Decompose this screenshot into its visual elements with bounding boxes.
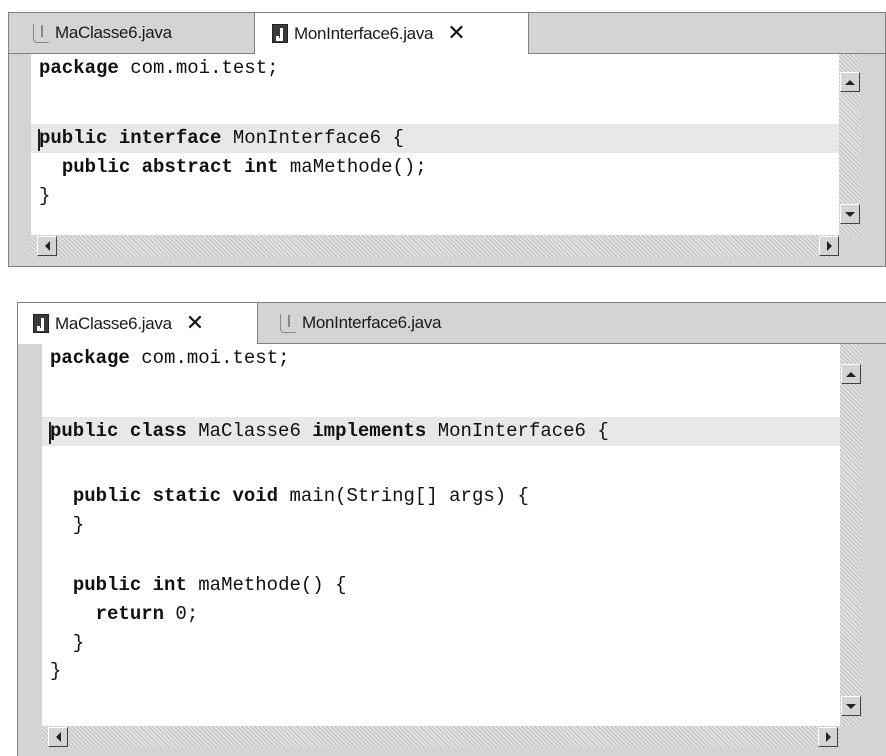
vertical-scrollbar[interactable] — [839, 54, 861, 235]
tab-label: MonInterface6.java — [294, 23, 434, 43]
text-caret — [49, 422, 51, 444]
arrow-up-icon — [846, 371, 856, 377]
code-line-current: public interface MonInterface6 { — [31, 124, 839, 153]
arrow-right-icon — [825, 732, 831, 742]
keyword-token: public — [50, 420, 119, 442]
keyword-token: public — [72, 485, 142, 507]
text-caret — [38, 129, 40, 151]
tab-maclasse6[interactable]: MaClasse6.java — [9, 13, 254, 53]
code-line: } — [50, 514, 85, 536]
code-line: package com.moi.test; — [39, 57, 279, 79]
code-area[interactable]: package com.moi.test; public class MaCla… — [42, 344, 840, 726]
keyword-token: return — [95, 603, 165, 625]
horizontal-scrollbar[interactable] — [42, 726, 840, 748]
code-line: public int maMethode() { — [72, 574, 347, 596]
code-line: } — [50, 660, 62, 682]
editor-tab-bar: MaClasse6.java MonInterface6.java ✕ — [9, 13, 885, 54]
keyword-token: public — [39, 127, 108, 149]
editor-maclasse6: MaClasse6.java ✕ MonInterface6.java pack… — [17, 302, 886, 756]
vertical-scrollbar[interactable] — [840, 344, 862, 726]
code-line: } — [39, 185, 51, 207]
scroll-left-button[interactable] — [48, 727, 68, 747]
java-file-icon — [280, 313, 296, 333]
keyword-token: abstract — [141, 156, 233, 178]
scroll-down-button[interactable] — [840, 204, 860, 224]
code-line: package com.moi.test; — [50, 347, 290, 369]
tab-maclasse6[interactable]: MaClasse6.java ✕ — [18, 303, 258, 344]
scroll-down-button[interactable] — [841, 696, 861, 716]
arrow-down-icon — [846, 703, 856, 709]
keyword-token: package — [39, 57, 119, 79]
scroll-up-button[interactable] — [841, 364, 861, 384]
keyword-token: implements — [312, 420, 427, 442]
scroll-right-button[interactable] — [819, 236, 839, 256]
code-line: return 0; — [95, 603, 199, 625]
tab-label: MaClasse6.java — [55, 313, 172, 333]
arrow-down-icon — [845, 211, 855, 217]
code-area[interactable]: package com.moi.test; public interface M… — [31, 54, 839, 235]
editor-gutter — [18, 344, 42, 726]
tab-label: MaClasse6.java — [55, 23, 172, 42]
editor-gutter — [9, 54, 31, 235]
code-line: public static void main(String[] args) { — [72, 485, 529, 507]
horizontal-scrollbar[interactable] — [31, 235, 839, 257]
keyword-token: public — [72, 574, 142, 596]
java-file-icon — [33, 314, 49, 333]
keyword-token: package — [50, 347, 130, 369]
editor-tab-bar: MaClasse6.java ✕ MonInterface6.java — [18, 303, 886, 344]
arrow-left-icon — [55, 732, 61, 742]
close-tab-icon[interactable]: ✕ — [447, 22, 465, 45]
arrow-up-icon — [845, 79, 855, 85]
keyword-token: public — [61, 156, 131, 178]
code-line: public abstract int maMethode(); — [61, 156, 427, 178]
scrollbar-corner — [839, 235, 861, 257]
scroll-right-button[interactable] — [818, 727, 838, 747]
java-file-icon — [33, 23, 49, 43]
editor-moninterface6: MaClasse6.java MonInterface6.java ✕ pack… — [8, 12, 886, 267]
keyword-token: static — [152, 485, 222, 507]
keyword-token: int — [152, 574, 187, 596]
keyword-token: void — [232, 485, 279, 507]
tab-moninterface6[interactable]: MonInterface6.java ✕ — [254, 13, 529, 54]
code-line: } — [50, 632, 85, 654]
scrollbar-corner — [840, 726, 862, 748]
tab-label: MonInterface6.java — [302, 313, 442, 332]
keyword-token: class — [129, 420, 187, 442]
arrow-left-icon — [44, 241, 50, 251]
close-tab-icon[interactable]: ✕ — [186, 312, 204, 335]
scroll-left-button[interactable] — [37, 236, 57, 256]
code-line-current: public class MaClasse6 implements MonInt… — [42, 417, 840, 446]
tab-moninterface6[interactable]: MonInterface6.java — [258, 303, 518, 343]
arrow-right-icon — [826, 241, 832, 251]
scroll-up-button[interactable] — [840, 72, 860, 92]
java-file-icon — [272, 24, 288, 43]
keyword-token: int — [244, 156, 279, 178]
keyword-token: interface — [118, 127, 222, 149]
